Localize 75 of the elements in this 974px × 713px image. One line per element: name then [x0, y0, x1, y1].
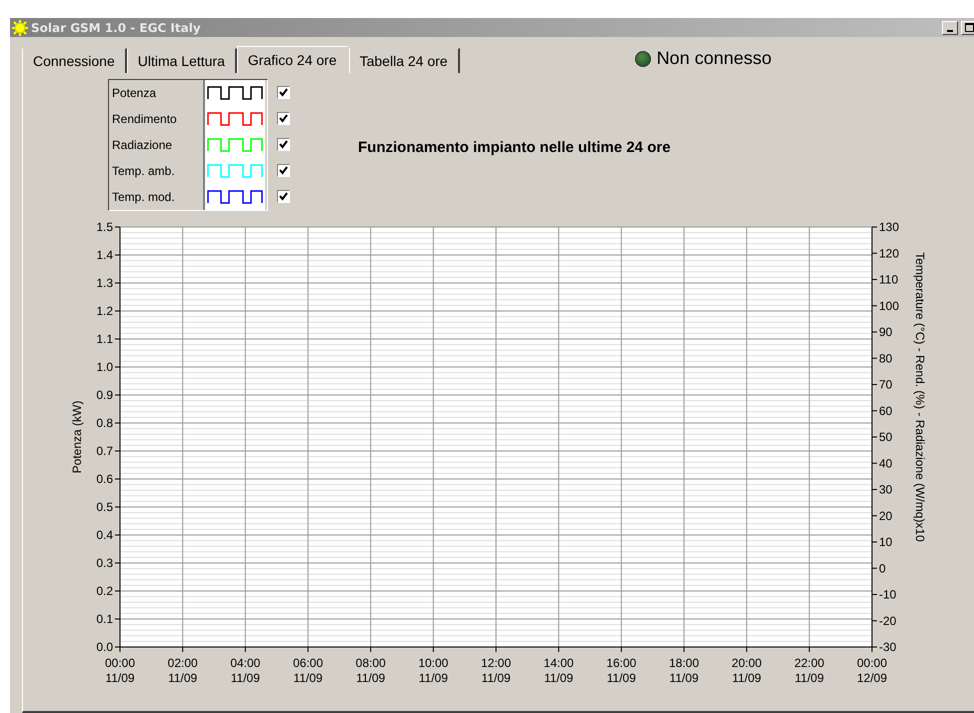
y-tick-label: 1.4 — [96, 248, 113, 262]
right-tick-label: -10 — [879, 588, 896, 602]
right-tick-label: 30 — [879, 482, 892, 496]
right-tick-label: 110 — [879, 272, 898, 286]
maximize-icon — [964, 23, 974, 32]
y-axis-title: Potenza (kW) — [70, 400, 84, 474]
minimize-icon — [947, 30, 953, 32]
right-tick-label: 40 — [879, 456, 892, 470]
x-tick-label: 20:00 11/09 — [732, 656, 762, 685]
x-tick-label: 00:00 12/09 — [856, 656, 888, 685]
right-axis-title: Temperature (°C) - Rend. (%) - Radiazione (W/mq)x10 — [913, 252, 927, 542]
tab[interactable]: Ultima Lettura — [126, 48, 237, 73]
y-tick-label: 0.1 — [96, 612, 113, 626]
y-tick-label: 1.2 — [96, 304, 113, 318]
tab[interactable]: Grafico 24 ore — [236, 46, 349, 73]
y-tick-label: 0.2 — [96, 584, 113, 598]
checkbox[interactable] — [277, 190, 290, 203]
legend-label: Potenza — [111, 85, 158, 102]
square-wave-icon — [207, 138, 263, 152]
right-tick-label: 50 — [879, 430, 892, 444]
x-tick-label: 22:00 11/09 — [794, 656, 824, 685]
legend-label: Temp. mod. — [111, 189, 176, 206]
checkbox[interactable] — [277, 112, 290, 125]
y-tick-label: 0.7 — [96, 444, 113, 458]
right-tick-label: 80 — [879, 351, 892, 366]
y-tick-label: 0.8 — [96, 416, 113, 430]
checkbox[interactable] — [277, 86, 290, 99]
connection-status: Non connesso — [656, 48, 772, 69]
y-tick-label: 0.9 — [96, 388, 113, 402]
x-tick-label: 12:00 11/09 — [480, 656, 512, 685]
y-tick-label: 0.5 — [96, 500, 113, 514]
right-tick-label: 10 — [879, 535, 892, 549]
right-tick-label: 20 — [879, 508, 892, 523]
x-tick-label: 16:00 11/09 — [606, 656, 636, 685]
tab[interactable]: Connessione — [22, 48, 127, 73]
right-tick-label: 70 — [879, 378, 892, 392]
y-tick-label: 0.6 — [96, 472, 113, 486]
legend-label: Temp. amb. — [111, 163, 176, 180]
minimize-button[interactable] — [942, 20, 958, 34]
y-tick-label: 0.4 — [96, 528, 113, 542]
chart-title: Funzionamento impianto nelle ultime 24 ore — [358, 139, 671, 156]
x-tick-label: 06:00 11/09 — [292, 656, 324, 685]
right-tick-label: 0 — [879, 561, 886, 576]
square-wave-icon — [207, 164, 263, 178]
y-tick-label: 0.0 — [96, 640, 113, 654]
x-tick-label: 04:00 11/09 — [230, 656, 260, 685]
legend-label: Radiazione — [111, 137, 174, 154]
square-wave-icon — [207, 112, 263, 126]
legend-label: Rendimento — [111, 111, 178, 128]
right-tick-label: 130 — [879, 220, 900, 234]
sun-icon — [12, 20, 28, 36]
checkbox[interactable] — [277, 138, 290, 151]
right-tick-label: 60 — [879, 404, 892, 418]
y-tick-label: 1.0 — [96, 360, 113, 374]
right-tick-label: -20 — [879, 614, 896, 628]
square-wave-icon — [207, 86, 263, 100]
y-tick-label: 1.5 — [96, 220, 113, 234]
tab[interactable]: Tabella 24 ore — [348, 48, 460, 73]
right-tick-label: -30 — [879, 640, 896, 654]
right-tick-label: 100 — [879, 298, 900, 313]
y-tick-label: 0.3 — [96, 556, 113, 570]
x-tick-label: 18:00 11/09 — [668, 656, 700, 685]
square-wave-icon — [207, 190, 263, 204]
checkbox[interactable] — [277, 164, 290, 177]
x-tick-label: 02:00 11/09 — [168, 656, 198, 685]
window-title: Solar GSM 1.0 - EGC Italy — [31, 20, 202, 34]
x-tick-label: 00:00 11/09 — [104, 656, 136, 685]
x-tick-label: 10:00 11/09 — [418, 656, 448, 685]
y-tick-label: 1.3 — [96, 276, 113, 290]
x-tick-label: 14:00 11/09 — [544, 656, 574, 685]
y-tick-label: 1.1 — [96, 332, 113, 346]
x-tick-label: 08:00 11/09 — [356, 656, 386, 685]
maximize-button[interactable] — [961, 20, 974, 34]
right-tick-label: 120 — [879, 246, 900, 260]
right-tick-label: 90 — [879, 325, 892, 339]
